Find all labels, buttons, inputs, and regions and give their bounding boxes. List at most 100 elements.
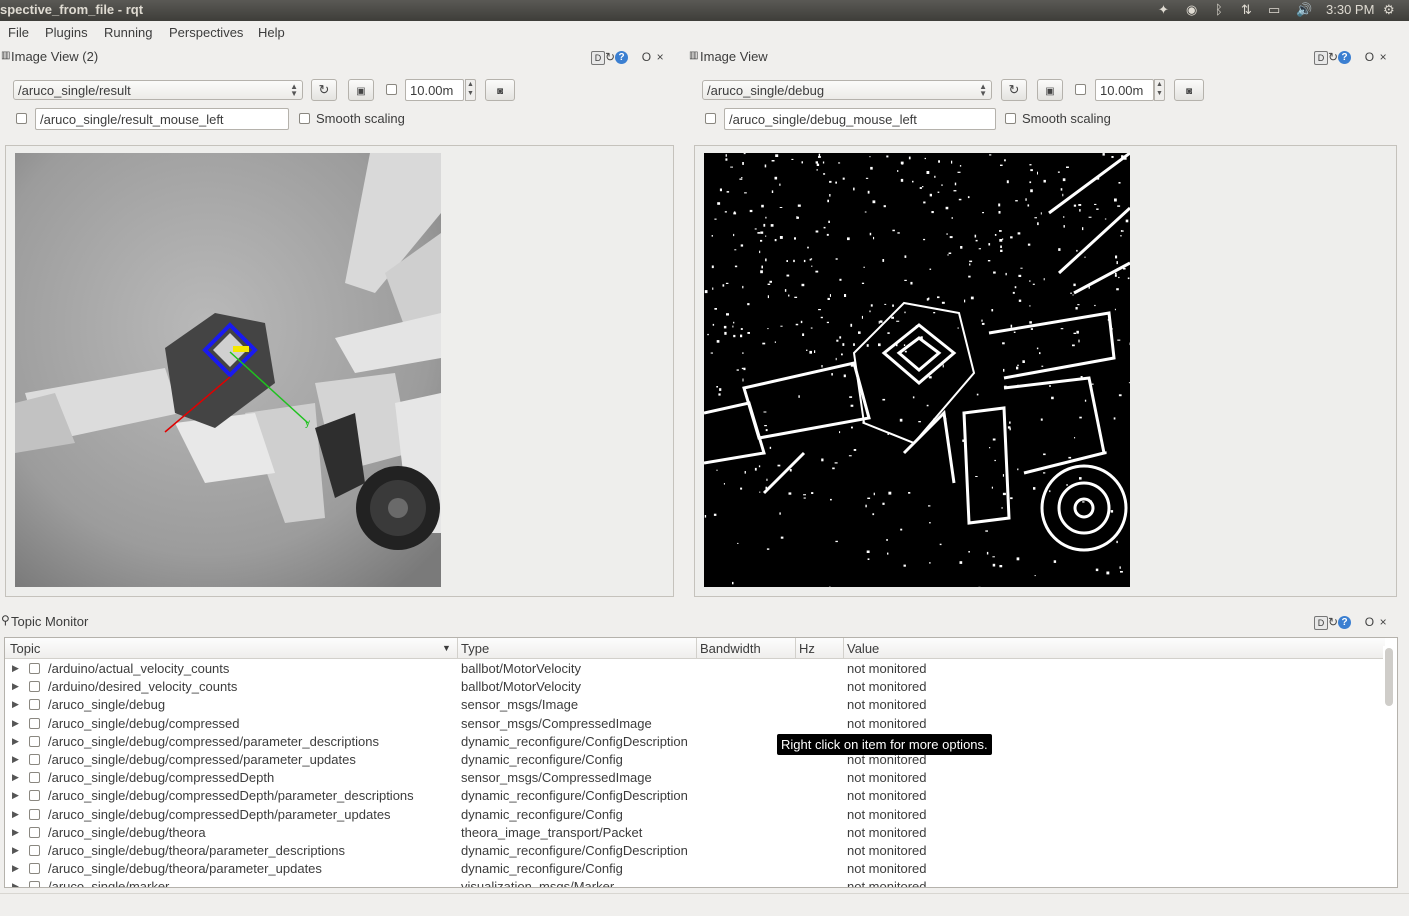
right-mouse-topic-input[interactable]: /aruco_single/debug_mouse_left xyxy=(724,108,996,130)
left-snapshot-button[interactable]: ◙ xyxy=(485,79,515,101)
right-topic-combo[interactable]: /aruco_single/debug ▲▼ xyxy=(702,80,992,100)
settings-icon[interactable]: ⚙ xyxy=(1383,2,1395,18)
column-value[interactable]: Value xyxy=(847,641,879,656)
monitor-checkbox[interactable] xyxy=(29,881,40,888)
table-row[interactable]: ▶/aruco_single/debug/compressed/paramete… xyxy=(5,751,1385,769)
tooltip: Right click on item for more options. xyxy=(777,734,992,755)
dropbox-icon[interactable]: ✦ xyxy=(1158,2,1169,18)
column-type[interactable]: Type xyxy=(461,641,489,656)
left-camera-image[interactable]: y xyxy=(15,153,441,587)
bluetooth-icon[interactable]: ᛒ xyxy=(1215,2,1223,17)
monitor-checkbox[interactable] xyxy=(29,827,40,838)
right-rate-stepper[interactable]: ▲▼ xyxy=(1154,79,1165,101)
left-mouse-topic-input[interactable]: /aruco_single/result_mouse_left xyxy=(35,108,289,130)
close-button[interactable]: × xyxy=(657,50,664,64)
dock-d-button[interactable]: D xyxy=(591,51,605,65)
right-zoom-checkbox[interactable] xyxy=(1075,84,1086,95)
noise-speck xyxy=(1089,217,1092,218)
dock-d-button[interactable]: D xyxy=(1314,616,1328,630)
expand-arrow-icon[interactable]: ▶ xyxy=(12,790,19,801)
column-hz[interactable]: Hz xyxy=(799,641,815,656)
battery-icon[interactable]: ▭ xyxy=(1268,2,1280,18)
monitor-checkbox[interactable] xyxy=(29,663,40,674)
monitor-checkbox[interactable] xyxy=(29,845,40,856)
noise-speck xyxy=(1017,385,1019,387)
expand-arrow-icon[interactable]: ▶ xyxy=(12,699,19,710)
table-row[interactable]: ▶/aruco_single/debug/compressed/paramete… xyxy=(5,733,1385,751)
table-scroll-thumb[interactable] xyxy=(1385,648,1393,706)
noise-speck xyxy=(847,237,850,240)
help-button[interactable]: ? xyxy=(1338,51,1351,64)
table-row[interactable]: ▶/aruco_single/debugsensor_msgs/Imagenot… xyxy=(5,696,1385,714)
left-topic-combo[interactable]: /aruco_single/result ▲▼ xyxy=(13,80,303,100)
table-row[interactable]: ▶/aruco_single/debug/compressedDepthsens… xyxy=(5,769,1385,787)
menu-running[interactable]: Running xyxy=(104,25,152,40)
expand-arrow-icon[interactable]: ▶ xyxy=(12,881,19,888)
expand-arrow-icon[interactable]: ▶ xyxy=(12,681,19,692)
left-mouse-checkbox[interactable] xyxy=(16,113,27,124)
reload-icon[interactable]: ↻ xyxy=(605,50,615,64)
table-row[interactable]: ▶/arduino/desired_velocity_countsballbot… xyxy=(5,678,1385,696)
left-rate-stepper[interactable]: ▲▼ xyxy=(465,79,476,101)
right-smooth-checkbox[interactable] xyxy=(1005,113,1016,124)
table-row[interactable]: ▶/aruco_single/debug/theora/parameter_de… xyxy=(5,842,1385,860)
close-button[interactable]: × xyxy=(1380,615,1387,629)
table-row[interactable]: ▶/aruco_single/debug/theoratheora_image_… xyxy=(5,824,1385,842)
column-bandwidth[interactable]: Bandwidth xyxy=(700,641,761,656)
right-snapshot-button[interactable]: ◙ xyxy=(1174,79,1204,101)
volume-icon[interactable]: 🔊 xyxy=(1296,2,1312,18)
left-refresh-button[interactable]: ↻ xyxy=(311,79,337,101)
column-topic[interactable]: Topic xyxy=(10,641,40,656)
expand-arrow-icon[interactable]: ▶ xyxy=(12,863,19,874)
table-row[interactable]: ▶/aruco_single/debug/compressedsensor_ms… xyxy=(5,715,1385,733)
right-refresh-button[interactable]: ↻ xyxy=(1001,79,1027,101)
expand-arrow-icon[interactable]: ▶ xyxy=(12,845,19,856)
monitor-checkbox[interactable] xyxy=(29,790,40,801)
reload-icon[interactable]: ↻ xyxy=(1328,50,1338,64)
reload-icon[interactable]: ↻ xyxy=(1328,615,1338,629)
left-rate-input[interactable]: 10.00m xyxy=(405,79,464,101)
clock[interactable]: 3:30 PM xyxy=(1326,2,1374,17)
right-mouse-checkbox[interactable] xyxy=(705,113,716,124)
monitor-checkbox[interactable] xyxy=(29,754,40,765)
table-row[interactable]: ▶/aruco_single/debug/theora/parameter_up… xyxy=(5,860,1385,878)
right-rate-input[interactable]: 10.00m xyxy=(1095,79,1154,101)
table-row[interactable]: ▶/aruco_single/markervisualization_msgs/… xyxy=(5,878,1385,888)
expand-arrow-icon[interactable]: ▶ xyxy=(12,736,19,747)
monitor-checkbox[interactable] xyxy=(29,863,40,874)
monitor-checkbox[interactable] xyxy=(29,772,40,783)
expand-arrow-icon[interactable]: ▶ xyxy=(12,827,19,838)
table-row[interactable]: ▶/arduino/actual_velocity_countsballbot/… xyxy=(5,660,1385,678)
left-save-button[interactable]: ▣ xyxy=(348,79,374,101)
table-row[interactable]: ▶/aruco_single/debug/compressedDepth/par… xyxy=(5,787,1385,805)
expand-arrow-icon[interactable]: ▶ xyxy=(12,663,19,674)
table-row[interactable]: ▶/aruco_single/debug/compressedDepth/par… xyxy=(5,806,1385,824)
menu-file[interactable]: File xyxy=(8,25,29,40)
monitor-checkbox[interactable] xyxy=(29,681,40,692)
close-button[interactable]: × xyxy=(1380,50,1387,64)
dock-d-button[interactable]: D xyxy=(1314,51,1328,65)
float-button[interactable]: O xyxy=(1365,50,1374,64)
menu-help[interactable]: Help xyxy=(258,25,285,40)
right-save-button[interactable]: ▣ xyxy=(1037,79,1063,101)
expand-arrow-icon[interactable]: ▶ xyxy=(12,772,19,783)
network-icon[interactable]: ⇅ xyxy=(1241,2,1252,18)
help-button[interactable]: ? xyxy=(1338,616,1351,629)
help-button[interactable]: ? xyxy=(615,51,628,64)
float-button[interactable]: O xyxy=(1365,615,1374,629)
monitor-checkbox[interactable] xyxy=(29,736,40,747)
monitor-checkbox[interactable] xyxy=(29,718,40,729)
monitor-checkbox[interactable] xyxy=(29,809,40,820)
monitor-checkbox[interactable] xyxy=(29,699,40,710)
left-smooth-checkbox[interactable] xyxy=(299,113,310,124)
noise-speck xyxy=(1037,172,1038,175)
left-zoom-checkbox[interactable] xyxy=(386,84,397,95)
expand-arrow-icon[interactable]: ▶ xyxy=(12,718,19,729)
expand-arrow-icon[interactable]: ▶ xyxy=(12,754,19,765)
right-camera-image[interactable] xyxy=(704,153,1130,587)
chrome-icon[interactable]: ◉ xyxy=(1186,2,1197,18)
menu-plugins[interactable]: Plugins xyxy=(45,25,88,40)
menu-perspectives[interactable]: Perspectives xyxy=(169,25,243,40)
expand-arrow-icon[interactable]: ▶ xyxy=(12,809,19,820)
float-button[interactable]: O xyxy=(642,50,651,64)
